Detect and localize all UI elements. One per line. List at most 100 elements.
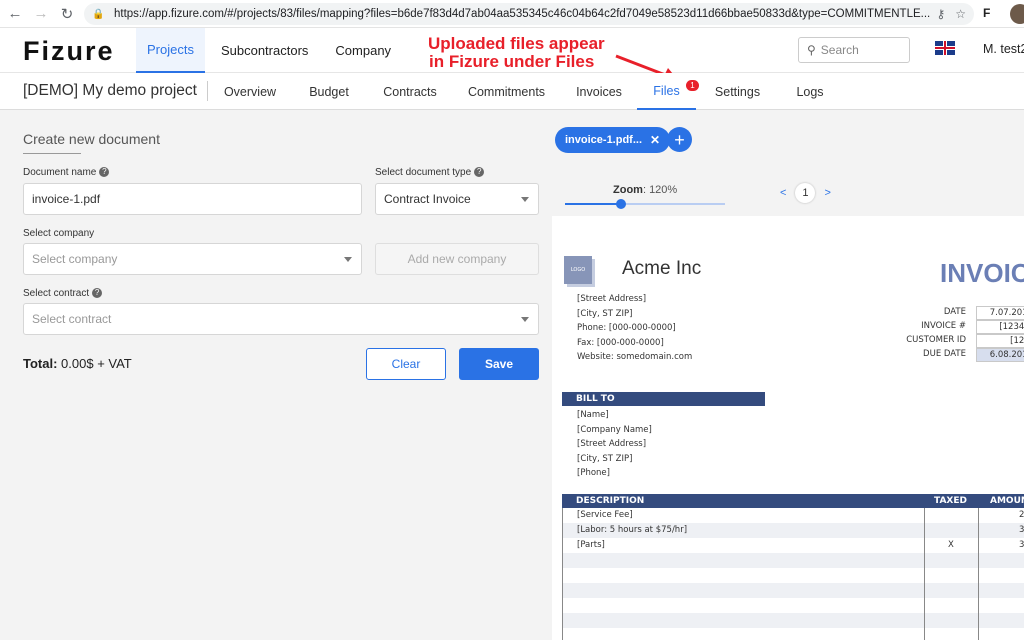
pager: < 1 > xyxy=(780,183,831,203)
column-divider xyxy=(924,508,925,640)
help-icon[interactable]: ? xyxy=(92,288,103,299)
contract-label-text: Select contract xyxy=(23,288,90,299)
invoice-company-name: Acme Inc xyxy=(622,258,702,279)
annotation-text: Uploaded files appear in Fizure under Fi… xyxy=(428,35,605,71)
back-icon[interactable]: ← xyxy=(4,3,26,25)
bill-to-line: [City, ST ZIP] xyxy=(577,453,633,464)
meta-value: 6.08.2018 xyxy=(976,348,1024,362)
company-label: Select company xyxy=(23,228,95,239)
document-preview: LOGO Acme Inc INVOICE [Street Address] [… xyxy=(552,216,1024,640)
row-amount: 2 xyxy=(1019,510,1024,520)
meta-label: CUSTOMER ID xyxy=(906,335,966,345)
close-icon[interactable]: ✕ xyxy=(650,133,660,147)
document-name-input[interactable]: invoice-1.pdf xyxy=(23,183,362,215)
profile-avatar[interactable] xyxy=(1010,4,1024,24)
meta-value: [123] xyxy=(976,334,1024,348)
column-divider xyxy=(978,508,979,640)
uk-flag-icon[interactable] xyxy=(935,41,955,55)
document-type-select[interactable]: Contract Invoice xyxy=(375,183,539,215)
search-placeholder: Search xyxy=(820,43,859,57)
next-page-button[interactable]: > xyxy=(824,187,830,199)
row-amount: 3 xyxy=(1019,540,1024,550)
column-header-taxed: TAXED xyxy=(934,496,967,506)
url-text: https://app.fizure.com/#/projects/83/fil… xyxy=(114,8,931,20)
line-items-header: DESCRIPTION TAXED AMOUNT xyxy=(562,494,1024,508)
address-line: [City, ST ZIP] xyxy=(577,308,633,319)
invoice-meta-row: INVOICE # [12345] xyxy=(882,320,1024,334)
table-row: [Parts] X 3 xyxy=(563,538,1024,553)
key-icon[interactable]: ⚷ xyxy=(936,7,945,21)
page-number: 1 xyxy=(795,183,816,203)
meta-value: [12345] xyxy=(976,320,1024,334)
row-taxed: X xyxy=(948,540,954,550)
table-row xyxy=(563,568,1024,583)
invoice-meta-row: CUSTOMER ID [123] xyxy=(882,334,1024,348)
nav-subcontractors[interactable]: Subcontractors xyxy=(210,28,319,73)
tab-overview[interactable]: Overview xyxy=(210,73,290,110)
form-title-underline xyxy=(23,153,81,154)
nav-projects[interactable]: Projects xyxy=(136,28,205,73)
forward-icon[interactable]: → xyxy=(30,3,52,25)
bill-to-line: [Company Name] xyxy=(577,424,652,435)
address-line: [Street Address] xyxy=(577,294,647,304)
tab-invoices[interactable]: Invoices xyxy=(561,73,637,110)
project-tabs: Overview Budget Contracts Commitments In… xyxy=(210,73,841,110)
bill-to-line: [Street Address] xyxy=(577,439,647,449)
table-row: [Service Fee] 2 xyxy=(563,508,1024,523)
tab-files[interactable]: Files 1 xyxy=(637,73,699,110)
help-icon[interactable]: ? xyxy=(474,167,485,178)
chevron-down-icon xyxy=(521,317,529,322)
save-button[interactable]: Save xyxy=(459,348,539,380)
address-bar[interactable]: 🔒 https://app.fizure.com/#/projects/83/f… xyxy=(84,3,974,25)
address-line: Website: somedomain.com xyxy=(577,352,693,362)
doc-name-label-text: Document name xyxy=(23,167,97,178)
invoice-logo: LOGO xyxy=(564,256,592,284)
help-icon[interactable]: ? xyxy=(99,167,110,178)
zoom-slider-handle[interactable] xyxy=(616,199,626,209)
clear-button[interactable]: Clear xyxy=(366,348,446,380)
file-chip[interactable]: invoice-1.pdf... ✕ xyxy=(555,127,671,153)
star-icon[interactable]: ☆ xyxy=(955,7,966,21)
table-row xyxy=(563,598,1024,613)
bill-to-line: [Name] xyxy=(577,410,609,420)
zoom-slider[interactable] xyxy=(565,199,725,209)
nav-company[interactable]: Company xyxy=(324,28,402,73)
company-select[interactable]: Select company xyxy=(23,243,362,275)
add-file-button[interactable]: + xyxy=(667,127,692,152)
divider xyxy=(207,81,208,101)
tab-contracts[interactable]: Contracts xyxy=(368,73,452,110)
search-input[interactable]: ⚲ Search xyxy=(798,37,910,63)
add-new-company-button[interactable]: Add new company xyxy=(375,243,539,275)
contract-placeholder: Select contract xyxy=(32,312,112,326)
bill-to-block: [Name] [Company Name] [Street Address] [… xyxy=(577,408,652,481)
meta-label: DATE xyxy=(943,307,966,317)
prev-page-button[interactable]: < xyxy=(780,187,786,199)
reload-icon[interactable]: ↻ xyxy=(56,3,78,25)
zoom-label-text: Zoom xyxy=(613,184,643,196)
logo[interactable]: Fizure xyxy=(23,36,115,67)
meta-label: INVOICE # xyxy=(921,321,966,331)
user-menu[interactable]: M. test2 xyxy=(983,42,1024,56)
doc-type-label: Select document type? xyxy=(375,167,485,178)
tab-settings[interactable]: Settings xyxy=(696,73,779,110)
tab-budget[interactable]: Budget xyxy=(290,73,368,110)
doc-type-label-text: Select document type xyxy=(375,167,472,178)
meta-value: 7.07.2018 xyxy=(976,306,1024,320)
total: Total: 0.00$ + VAT xyxy=(23,356,132,371)
row-description: [Service Fee] xyxy=(577,510,633,520)
browser-toolbar: ← → ↻ 🔒 https://app.fizure.com/#/project… xyxy=(0,0,1024,28)
invoice-address: [Street Address] [City, ST ZIP] Phone: [… xyxy=(577,292,692,365)
contract-select[interactable]: Select contract xyxy=(23,303,539,335)
address-line: Phone: [000-000-0000] xyxy=(577,323,676,333)
bill-to-header: BILL TO xyxy=(562,392,765,406)
invoice-meta-row: DUE DATE 6.08.2018 xyxy=(882,348,1024,362)
tab-logs[interactable]: Logs xyxy=(779,73,841,110)
extension-icon[interactable]: F xyxy=(983,6,990,20)
table-row xyxy=(563,628,1024,640)
table-row: [Labor: 5 hours at $75/hr] 3 xyxy=(563,523,1024,538)
tab-commitments[interactable]: Commitments xyxy=(452,73,561,110)
chevron-down-icon xyxy=(344,257,352,262)
column-header-description: DESCRIPTION xyxy=(576,496,645,506)
lock-icon: 🔒 xyxy=(92,8,105,20)
row-description: [Parts] xyxy=(577,540,605,550)
